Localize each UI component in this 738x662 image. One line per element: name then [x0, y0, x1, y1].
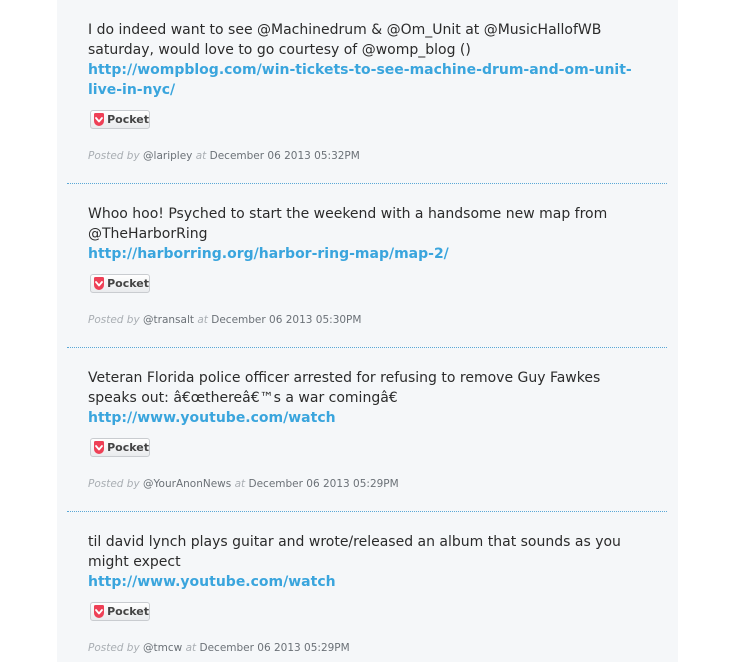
tweet-body: Whoo hoo! Psyched to start the weekend w… [88, 204, 648, 264]
divider [67, 511, 667, 512]
tweet-text: til david lynch plays guitar and wrote/r… [88, 534, 621, 570]
post-meta: Posted by @YourAnonNews at December 06 2… [88, 478, 399, 490]
pocket-button[interactable]: Pocket [90, 110, 150, 129]
post-date: December 06 2013 05:32PM [209, 150, 360, 162]
pocket-label: Pocket [107, 605, 149, 618]
posted-by-label: Posted by [88, 150, 140, 162]
pocket-icon [94, 441, 105, 454]
divider [67, 347, 667, 348]
pocket-label: Pocket [107, 441, 149, 454]
at-label: at [197, 314, 208, 326]
at-label: at [195, 150, 207, 162]
pocket-icon [94, 605, 105, 618]
tweet-link[interactable]: http://harborring.org/harbor-ring-map/ma… [88, 244, 648, 264]
post-date: December 06 2013 05:29PM [199, 642, 350, 654]
divider [67, 183, 667, 184]
tweet-text: Whoo hoo! Psyched to start the weekend w… [88, 206, 608, 242]
pocket-button[interactable]: Pocket [90, 274, 150, 293]
tweet-feed: I do indeed want to see @Machinedrum & @… [57, 0, 678, 662]
tweet-text: I do indeed want to see @Machinedrum & @… [88, 22, 602, 58]
tweet-link[interactable]: http://wompblog.com/win-tickets-to-see-m… [88, 60, 648, 100]
post-meta: Posted by @laripley at December 06 2013 … [88, 150, 360, 162]
post-author[interactable]: @transalt [143, 314, 194, 326]
posted-by-label: Posted by [88, 314, 140, 326]
pocket-button[interactable]: Pocket [90, 438, 150, 457]
post-meta: Posted by @transalt at December 06 2013 … [88, 314, 361, 326]
post-meta: Posted by @tmcw at December 06 2013 05:2… [88, 642, 350, 654]
tweet-body: Veteran Florida police officer arrested … [88, 368, 648, 428]
at-label: at [185, 642, 197, 654]
tweet-body: til david lynch plays guitar and wrote/r… [88, 532, 648, 592]
pocket-label: Pocket [107, 113, 149, 126]
tweet-body: I do indeed want to see @Machinedrum & @… [88, 20, 648, 100]
pocket-icon [94, 277, 105, 290]
posted-by-label: Posted by [88, 478, 140, 490]
tweet-text: Veteran Florida police officer arrested … [88, 370, 601, 406]
tweet-link[interactable]: http://www.youtube.com/watch [88, 572, 648, 592]
tweet-link[interactable]: http://www.youtube.com/watch [88, 408, 648, 428]
post-author[interactable]: @tmcw [143, 642, 182, 654]
post-author[interactable]: @YourAnonNews [143, 478, 231, 490]
pocket-icon [94, 113, 105, 126]
post-date: December 06 2013 05:30PM [211, 314, 362, 326]
pocket-label: Pocket [107, 277, 149, 290]
at-label: at [234, 478, 246, 490]
posted-by-label: Posted by [88, 642, 140, 654]
pocket-button[interactable]: Pocket [90, 602, 150, 621]
post-date: December 06 2013 05:29PM [248, 478, 399, 490]
post-author[interactable]: @laripley [143, 150, 192, 162]
